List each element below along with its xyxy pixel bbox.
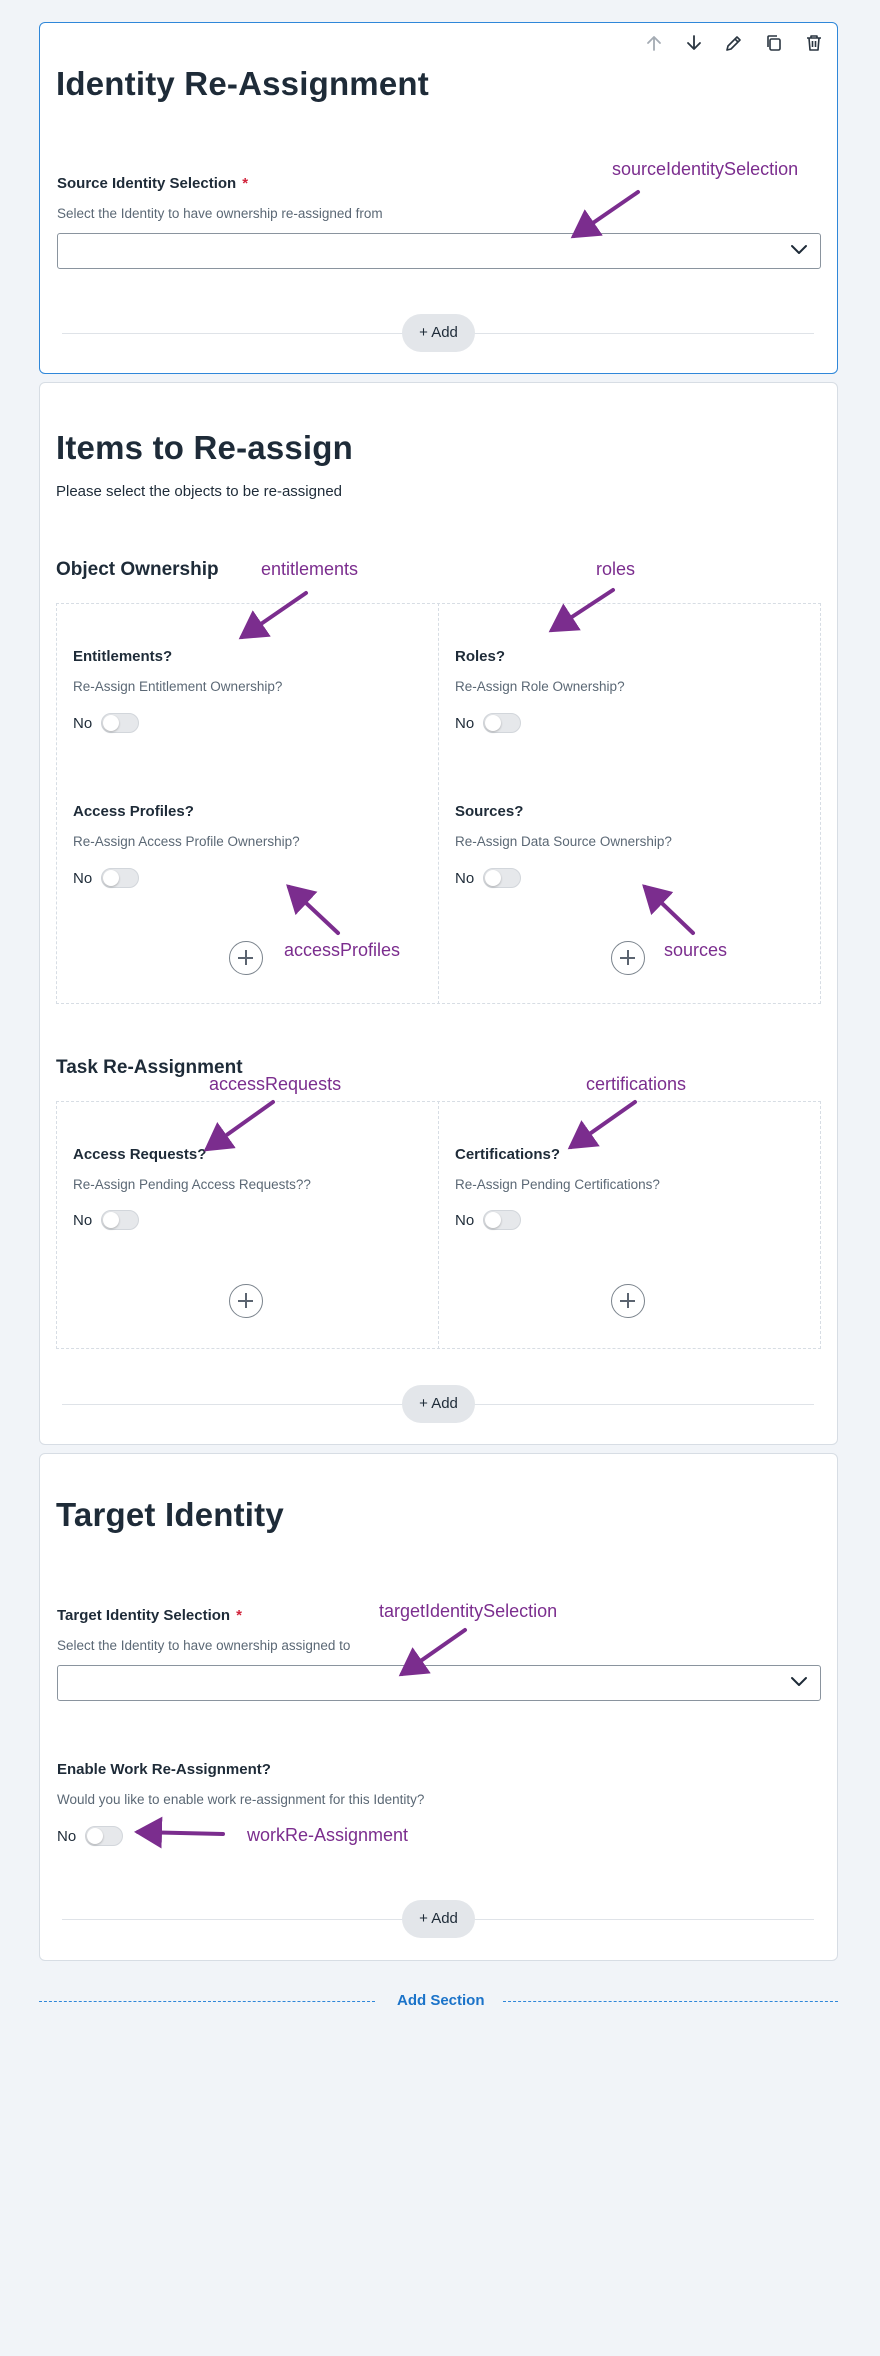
annotation-roles: roles <box>596 559 636 579</box>
arrow-source-identity <box>570 190 640 239</box>
annotation-access-profiles: accessProfiles <box>284 940 401 960</box>
annotation-access-requests: accessRequests <box>209 1074 342 1094</box>
arrow-sources <box>642 884 695 935</box>
arrow-access-profiles <box>286 884 340 935</box>
annotation-work-reassignment: workRe-Assignment <box>247 1825 409 1845</box>
arrow-work-reassignment <box>134 1816 225 1849</box>
arrow-certifications <box>567 1100 637 1150</box>
annotation-sources: sources <box>664 940 728 960</box>
annotation-arrows <box>134 190 695 1849</box>
arrow-entitlements <box>238 591 308 640</box>
annotation-source-identity: sourceIdentitySelection <box>612 159 799 179</box>
annotation-target-identity: targetIdentitySelection <box>379 1601 558 1621</box>
arrow-target-identity <box>398 1628 467 1677</box>
arrow-access-requests <box>203 1100 275 1152</box>
arrow-roles <box>548 588 615 633</box>
annotation-certifications: certifications <box>586 1074 687 1094</box>
annotation-entitlements: entitlements <box>261 559 359 579</box>
